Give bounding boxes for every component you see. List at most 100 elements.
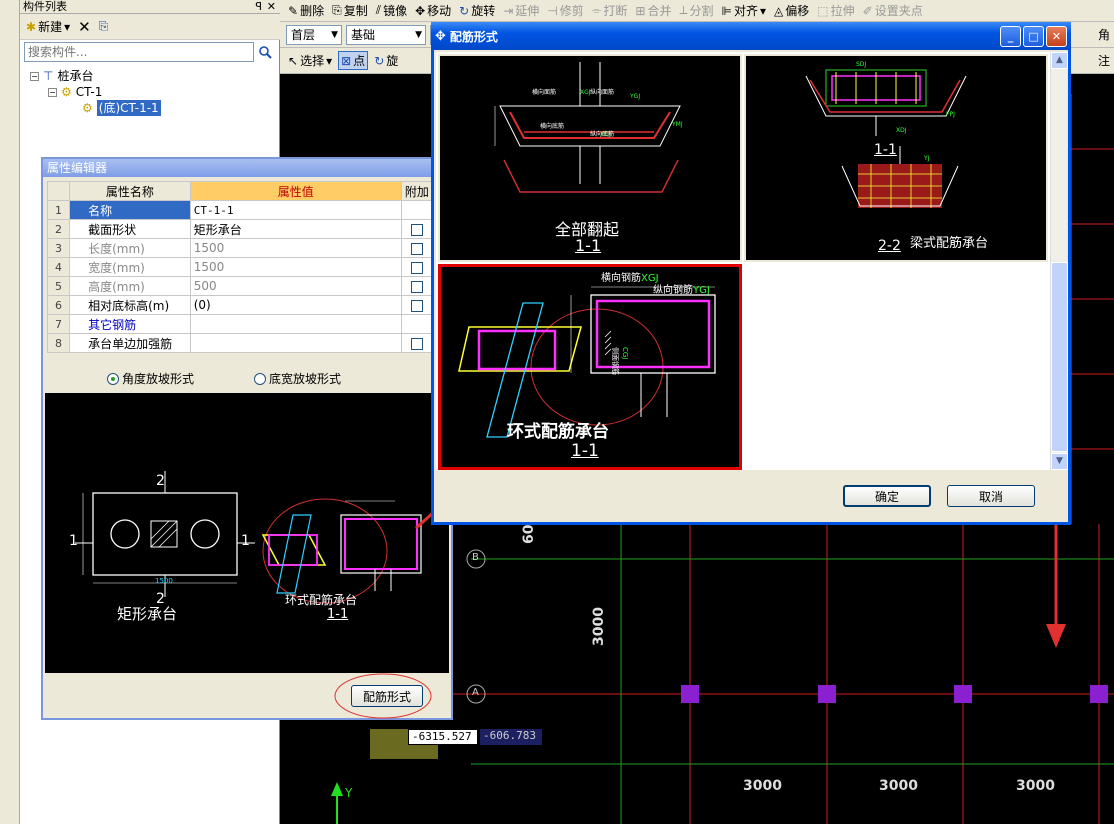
delete-component-button[interactable]: ✕ [78,18,91,36]
point-icon: ⊠ [341,53,352,68]
close-icon: ✕ [78,17,91,36]
scroll-down-icon[interactable]: ▼ [1051,453,1068,470]
extra-checkbox[interactable] [410,337,423,350]
table-row[interactable]: 7 其它钢筋 [46,314,434,334]
svg-text:CGJ: CGJ [621,347,629,359]
pencil-icon: ✎ [288,3,299,18]
table-row[interactable]: 3 长度(mm) 1500 [46,238,434,258]
collapse-icon[interactable]: − [30,71,39,81]
svg-text:侧面钢筋: 侧面钢筋 [611,347,620,375]
thumb3-section: 1-1 [571,441,599,461]
point-button[interactable]: ⊠ 点 [338,51,369,70]
offset-button[interactable]: ◬ 偏移 [774,2,809,19]
beam-type-drawing: SDJ XDJ FPJ YJ [805,61,967,208]
align-icon: ⊫ [721,3,732,18]
new-button[interactable]: ✱ 新建 ▾ [26,18,70,35]
radio-angle-slope[interactable]: 角度放坡形式 [107,370,194,387]
svg-text:FPJ: FPJ [946,111,955,118]
extra-checkbox[interactable] [410,299,423,312]
move-button[interactable]: ✥ 移动 [415,2,451,19]
svg-text:YMJ: YMJ [671,121,683,128]
coord-y-input[interactable]: -606.783 [480,729,542,745]
gear-icon: ⚙ [82,101,93,115]
tree-item-ct-1-1[interactable]: ⚙ (底)CT-1-1 [30,100,275,116]
rebar-option-full-bent[interactable]: XGJ YGJ XDJ YMJ 横向面筋 纵向面筋 横向底筋 纵向底筋 全部翻起 1-1 [438,54,742,262]
table-row[interactable]: 1 名称 CT-1-1 [46,200,434,220]
scroll-up-icon[interactable]: ▲ [1051,52,1068,69]
preview-label-2-top: 2 [156,473,165,489]
extra-checkbox[interactable] [410,223,423,236]
stretch-icon: ⬚ [817,3,829,18]
mirror-button[interactable]: ⫽ 镜像 [376,2,407,19]
rotate-button[interactable]: ↻ 旋转 [459,2,495,19]
svg-text:横向底筋: 横向底筋 [540,122,564,130]
minimize-button[interactable]: _ [1000,25,1021,47]
right-toolbar-label-2[interactable]: 注 [1098,52,1110,69]
move-icon: ✥ [435,28,446,44]
close-button[interactable]: ✕ [1046,25,1067,47]
stretch-button[interactable]: ⬚ 拉伸 [817,2,854,19]
table-row[interactable]: 8 承台单边加强筋 [46,333,434,353]
copy-component-button[interactable]: ⎘ [99,19,109,34]
merge-button[interactable]: ⊞ 合并 [635,2,671,19]
tree-item-ct-1[interactable]: − ⚙ CT-1 [30,84,275,100]
tree-item-pile-cap[interactable]: − ⊤ 桩承台 [30,68,275,84]
component-list-toolbar: ✱ 新建 ▾ ✕ ⎘ [20,14,280,40]
break-button[interactable]: ⌯ 打断 [592,2,628,19]
pin-icon[interactable]: ꟼ [255,0,262,14]
rebar-form-dialog: ✥ 配筋形式 _ □ ✕ XGJ YGJ XDJ YMJ 横向面筋 纵向面筋 横向底筋 纵向… [431,22,1071,525]
ucs-y-label: Y [345,786,353,800]
maximize-button[interactable]: □ [1023,25,1044,47]
right-toolbar-label-1[interactable]: 角 [1098,26,1110,43]
table-row[interactable]: 5 高度(mm) 500 [46,276,434,296]
ok-button[interactable]: 确定 [843,485,931,507]
category-select[interactable]: 基础 ▼ [346,24,426,45]
preview-label-ring: 环式配筋承台 [285,593,358,607]
collapse-icon[interactable]: − [48,87,57,97]
coord-x-input[interactable]: -6315.527 [408,729,478,745]
table-row[interactable]: 6 相对底标高(m) (0) [46,295,434,315]
trim-button[interactable]: ⊣ 修剪 [547,2,583,19]
new-icon: ✱ [26,19,37,34]
cancel-button[interactable]: 取消 [947,485,1035,507]
pile-cap-icon: ⊤ [43,69,54,83]
grip-icon: ✐ [862,3,873,18]
left-dock-strip [0,0,20,824]
dialog-titlebar[interactable]: ✥ 配筋形式 _ □ ✕ [431,22,1071,50]
col-header-value: 属性值 [189,181,402,201]
thumb2-section-a: 1-1 [874,142,897,158]
extend-icon: ⇥ [503,3,514,18]
gallery-scrollbar[interactable]: ▲ ▼ [1050,52,1068,470]
dim-3000-c: 3000 [1016,778,1055,794]
rebar-option-ring-type[interactable]: 侧面钢筋 CGJ 横向钢筋XGJ 纵向钢筋YGJ 环式配筋承台 1-1 [438,264,742,470]
copy-icon: ⎘ [332,3,342,17]
preview-dim: 1500 [155,577,173,585]
rotate-point-button[interactable]: ↻ 旋 [374,52,398,69]
floor-select[interactable]: 首层 ▼ [286,24,342,45]
extra-checkbox[interactable] [410,261,423,274]
split-button[interactable]: ⟂ 分割 [679,2,713,19]
svg-text:YJ: YJ [923,155,930,162]
grip-button[interactable]: ✐ 设置夹点 [863,2,923,19]
align-button[interactable]: ⊫ 对齐 ▾ [722,2,767,19]
copy-button[interactable]: ⎘ 复制 [332,2,368,19]
extra-checkbox[interactable] [410,280,423,293]
select-button[interactable]: ↖ 选择 ▾ [288,52,332,69]
preview-label-1-left: 1 [69,533,78,549]
search-input[interactable] [24,42,254,62]
component-tree: − ⊤ 桩承台 − ⚙ CT-1 ⚙ (底)CT-1-1 [30,68,275,116]
table-row[interactable]: 4 宽度(mm) 1500 [46,257,434,277]
extra-checkbox[interactable] [410,242,423,255]
svg-text:纵向底筋: 纵向底筋 [590,130,614,138]
table-row[interactable]: 2 截面形状 矩形承台 [46,219,434,239]
scroll-thumb[interactable] [1051,262,1068,452]
component-list-title: 构件列表 ꟼ ✕ [20,0,280,14]
rebar-option-beam-type[interactable]: SDJ XDJ FPJ YJ 1-1 2-2 梁式配筋承台 [744,54,1048,262]
radio-width-slope[interactable]: 底宽放坡形式 [254,370,341,387]
search-row [24,42,276,64]
close-icon[interactable]: ✕ [267,0,276,14]
extend-button[interactable]: ⇥ 延伸 [503,2,539,19]
svg-text:XDJ: XDJ [896,127,907,134]
delete-button[interactable]: ✎ 删除 [288,2,324,19]
search-icon[interactable] [254,42,276,62]
